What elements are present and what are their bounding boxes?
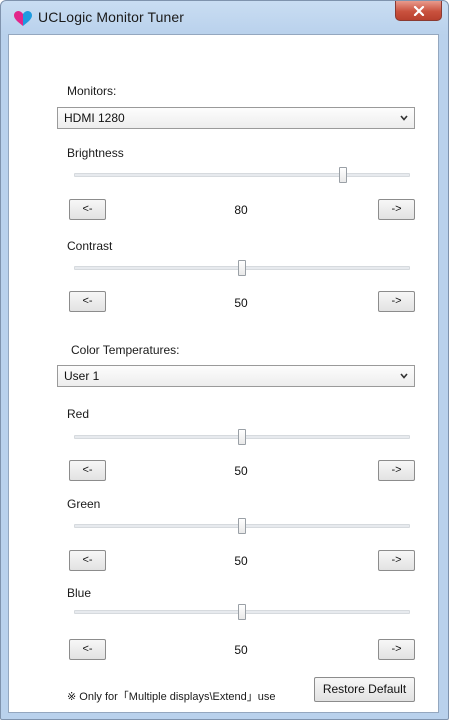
uclogic-logo-icon — [14, 11, 32, 26]
color-temperatures-selected-value: User 1 — [64, 369, 100, 383]
color-temperatures-dropdown[interactable]: User 1 — [57, 365, 415, 387]
contrast-increase-button[interactable]: -> — [378, 291, 415, 312]
green-value: 50 — [234, 554, 248, 568]
chevron-down-icon — [400, 115, 408, 121]
contrast-slider-thumb[interactable] — [238, 260, 246, 276]
brightness-label: Brightness — [67, 146, 124, 160]
blue-increase-button[interactable]: -> — [378, 639, 415, 660]
blue-decrease-button[interactable]: <- — [69, 639, 106, 660]
green-increase-button[interactable]: -> — [378, 550, 415, 571]
red-label: Red — [67, 407, 90, 421]
multiple-displays-note: ※ Only for「Multiple displays\Extend」use — [67, 691, 276, 703]
brightness-value: 80 — [234, 203, 248, 217]
red-decrease-button[interactable]: <- — [69, 460, 106, 481]
monitors-dropdown[interactable]: HDMI 1280 — [57, 107, 415, 129]
brightness-increase-button[interactable]: -> — [378, 199, 415, 220]
contrast-label: Contrast — [67, 239, 113, 253]
chevron-down-icon — [400, 373, 408, 379]
brightness-slider-thumb[interactable] — [338, 167, 347, 183]
contrast-value: 50 — [234, 296, 248, 310]
title-bar[interactable]: UCLogic Monitor Tuner — [1, 1, 448, 35]
green-decrease-button[interactable]: <- — [69, 550, 106, 571]
contrast-decrease-button[interactable]: <- — [69, 291, 106, 312]
green-slider-thumb[interactable] — [238, 518, 246, 534]
monitors-selected-value: HDMI 1280 — [64, 111, 125, 125]
red-value: 50 — [234, 464, 248, 478]
blue-label: Blue — [67, 586, 92, 600]
close-icon — [413, 5, 424, 16]
green-label: Green — [67, 497, 101, 511]
window-title: UCLogic Monitor Tuner — [38, 9, 185, 25]
close-button[interactable] — [395, 1, 442, 21]
blue-slider-thumb[interactable] — [238, 604, 246, 620]
blue-value: 50 — [234, 643, 248, 657]
restore-default-button[interactable]: Restore Default — [314, 677, 415, 702]
red-slider-thumb[interactable] — [238, 429, 246, 445]
monitors-label: Monitors: — [67, 84, 117, 98]
brightness-decrease-button[interactable]: <- — [69, 199, 106, 220]
brightness-slider-track[interactable] — [74, 173, 410, 177]
red-increase-button[interactable]: -> — [378, 460, 415, 481]
color-temperatures-label: Color Temperatures: — [71, 343, 180, 357]
